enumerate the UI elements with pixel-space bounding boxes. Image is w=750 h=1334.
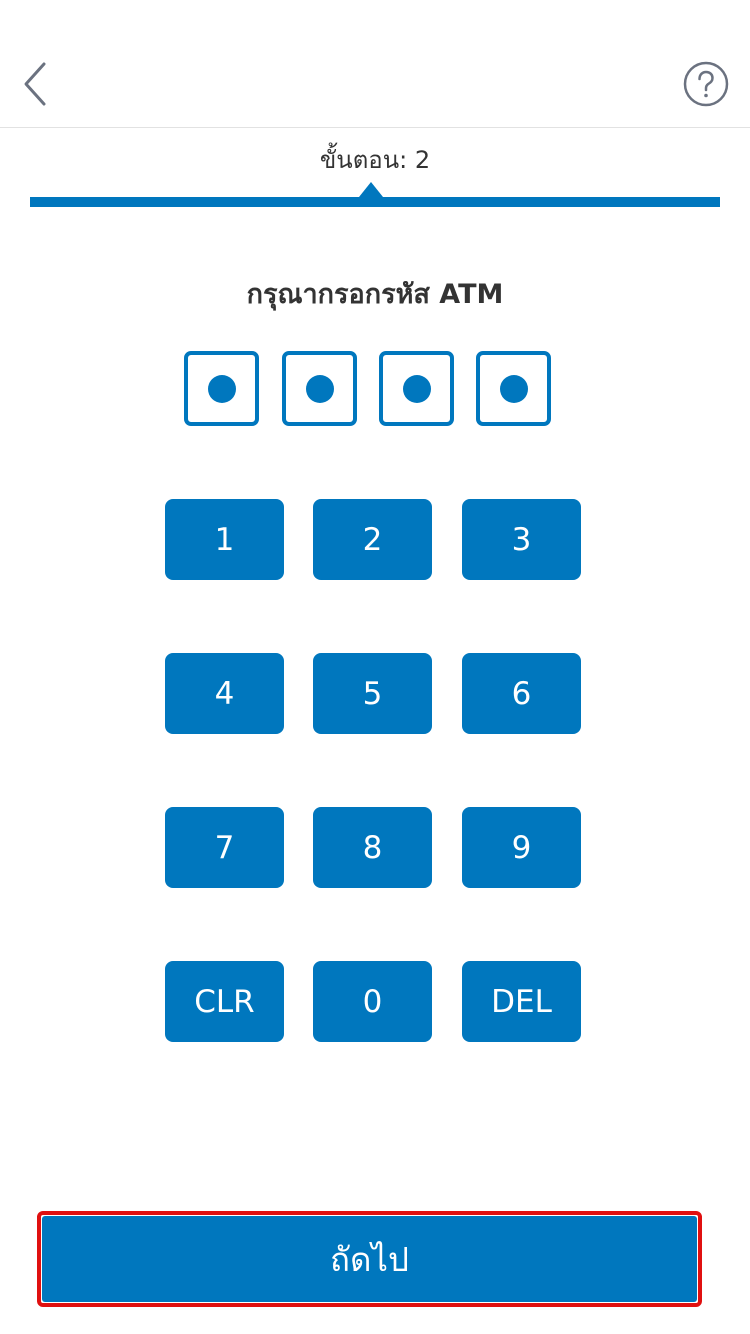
pin-dot [207,374,236,403]
clear-key[interactable]: CLR [165,961,284,1042]
key-6[interactable]: 6 [462,653,581,734]
pin-digit-box [282,351,357,426]
key-0[interactable]: 0 [313,961,432,1042]
pin-dot [305,374,334,403]
key-9[interactable]: 9 [462,807,581,888]
key-3[interactable]: 3 [462,499,581,580]
help-button[interactable] [682,60,730,108]
delete-key[interactable]: DEL [462,961,581,1042]
key-2[interactable]: 2 [313,499,432,580]
key-5[interactable]: 5 [313,653,432,734]
progress-bar [30,197,720,207]
key-1[interactable]: 1 [165,499,284,580]
pin-digit-box [476,351,551,426]
key-4[interactable]: 4 [165,653,284,734]
question-circle-icon [683,61,729,107]
back-button[interactable] [14,56,62,112]
key-8[interactable]: 8 [313,807,432,888]
key-7[interactable]: 7 [165,807,284,888]
next-button[interactable]: ถัดไป [42,1216,697,1302]
pin-dot [402,374,431,403]
pin-dot [499,374,528,403]
pin-digit-box [184,351,259,426]
pin-prompt: กรุณากรอกรหัส ATM [246,279,504,310]
pin-digit-box [379,351,454,426]
chevron-left-icon [24,62,46,106]
progress-pointer [359,182,383,197]
step-indicator-label: ขั้นตอน: 2 [319,146,431,174]
top-bar [0,0,750,128]
pin-display [0,351,750,427]
